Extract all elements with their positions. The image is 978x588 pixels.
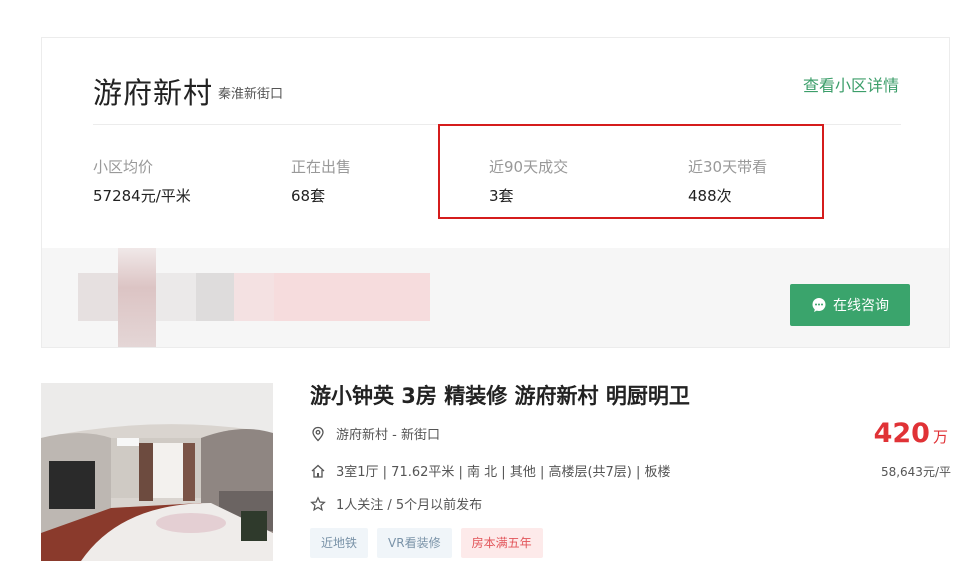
blurred-name [274, 273, 430, 321]
online-consult-label: 在线咨询 [833, 298, 889, 314]
tag-vr-decoration: VR看装修 [377, 528, 452, 558]
listing-house-info: 3室1厅 | 71.62平米 | 南 北 | 其他 | 高楼层(共7层) | 板… [336, 465, 671, 480]
location-icon [312, 426, 324, 441]
listing-photo[interactable] [41, 383, 273, 561]
community-detail-link[interactable]: 查看小区详情 [803, 72, 899, 96]
community-card: 游府新村 秦淮新街口 查看小区详情 小区均价 57284元/平米 正在出售 68… [41, 37, 950, 348]
price-unit: 万 [932, 428, 948, 446]
listing-location[interactable]: 游府新村 - 新街口 [336, 424, 440, 443]
star-icon [310, 495, 326, 511]
listing-title[interactable]: 游小钟英 3房 精装修 游府新村 明厨明卫 [310, 380, 690, 410]
listing-house-info-row: 3室1厅 | 71.62平米 | 南 北 | 其他 | 高楼层(共7层) | 板… [310, 461, 671, 480]
listing-follow-row: 1人关注 / 5个月以前发布 [310, 494, 482, 513]
listing-location-row: 游府新村 - 新街口 [310, 424, 440, 443]
tag-near-subway: 近地铁 [310, 528, 369, 558]
agent-strip: 在线咨询 [42, 248, 949, 347]
online-consult-button[interactable]: 在线咨询 [790, 284, 910, 326]
community-area: 秦淮新街口 [218, 87, 284, 102]
room-photo [41, 383, 273, 561]
stat-value: 68套 [291, 187, 326, 205]
blurred-name [234, 273, 274, 321]
tag-five-years: 房本满五年 [460, 528, 543, 558]
community-name: 游府新村 [93, 76, 214, 110]
price-number: 420 [873, 418, 930, 449]
blurred-avatar [118, 248, 156, 347]
blurred-avatar [78, 273, 118, 321]
unit-price: 58,643元/平 [880, 465, 951, 479]
stat-on-sale: 正在出售 68套 [291, 156, 351, 206]
highlight-box [438, 124, 824, 219]
stat-value: 57284元/平米 [93, 187, 191, 205]
listing-follow-info: 1人关注 / 5个月以前发布 [336, 498, 483, 513]
total-price: 420 万 [874, 418, 948, 449]
listing-tags: 近地铁 VR看装修 房本满五年 [310, 528, 543, 558]
stat-label: 正在出售 [291, 158, 352, 176]
chat-icon [812, 298, 826, 312]
blurred-avatar [156, 273, 196, 321]
stat-label: 小区均价 [93, 158, 154, 176]
stat-avg-price: 小区均价 57284元/平米 [93, 156, 191, 206]
blurred-avatar [196, 273, 234, 321]
house-icon [311, 464, 325, 478]
